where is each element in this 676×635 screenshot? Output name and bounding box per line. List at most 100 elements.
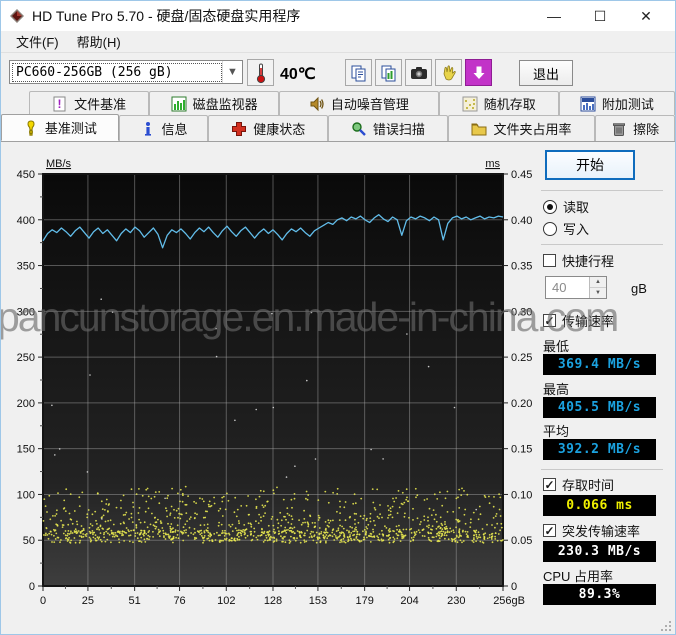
- svg-text:153: 153: [309, 595, 327, 607]
- svg-text:100: 100: [17, 489, 35, 501]
- min-label: 最低: [543, 339, 570, 354]
- svg-text:0.10: 0.10: [511, 489, 532, 501]
- tab-error-scan[interactable]: 错误扫描: [328, 115, 448, 141]
- trash-icon: [613, 122, 626, 136]
- resize-grip[interactable]: [660, 619, 673, 632]
- tab-health[interactable]: 健康状态: [208, 115, 329, 141]
- tab-strip: ! 文件基准 磁盘监视器 自动噪音管理 随机存取 附加测试 基准测试 信息 健康…: [1, 91, 675, 141]
- divider: [541, 469, 663, 470]
- svg-text:76: 76: [173, 595, 185, 607]
- access-time-checkbox[interactable]: ✓ 存取时间: [543, 476, 614, 493]
- menu-bar: 文件(F) 帮助(H): [1, 31, 675, 53]
- svg-text:250: 250: [17, 352, 35, 364]
- tab-label: 文件夹占用率: [493, 122, 572, 137]
- tab-erase[interactable]: 擦除: [595, 115, 675, 141]
- svg-text:ms: ms: [485, 158, 500, 170]
- down-arrow-icon: [473, 66, 484, 79]
- svg-text:150: 150: [17, 444, 35, 456]
- transfer-rate-checkbox[interactable]: ✓ 传输速率: [543, 312, 614, 329]
- stepper-down-icon[interactable]: ▼: [590, 288, 606, 298]
- tab-label: 基准测试: [44, 121, 97, 136]
- svg-text:179: 179: [355, 595, 373, 607]
- drive-selector-value: PC660-256GB (256 gB): [12, 62, 222, 82]
- random-access-icon: [462, 96, 478, 111]
- svg-text:0.05: 0.05: [511, 535, 532, 547]
- svg-text:0.35: 0.35: [511, 261, 532, 273]
- svg-text:0: 0: [511, 581, 517, 593]
- copy-image-button[interactable]: [375, 59, 402, 86]
- tab-auto-acoustic[interactable]: 自动噪音管理: [279, 91, 439, 115]
- stepper-up-icon[interactable]: ▲: [590, 277, 606, 288]
- tab-benchmark[interactable]: 基准测试: [1, 114, 119, 141]
- tab-disk-monitor[interactable]: 磁盘监视器: [149, 91, 280, 115]
- checkbox-unchecked-icon[interactable]: [543, 254, 556, 267]
- checkbox-checked-icon[interactable]: ✓: [543, 314, 556, 327]
- svg-text:256gB: 256gB: [493, 595, 525, 607]
- tab-label: 错误扫描: [372, 122, 425, 137]
- svg-text:0.25: 0.25: [511, 352, 532, 364]
- tab-folder-usage[interactable]: 文件夹占用率: [447, 115, 596, 141]
- tab-label: 健康状态: [253, 122, 306, 137]
- copy-text-icon: [351, 65, 365, 81]
- health-cross-icon: [232, 121, 247, 136]
- svg-text:0.20: 0.20: [511, 398, 532, 410]
- svg-text:25: 25: [82, 595, 94, 607]
- tab-random-access[interactable]: 随机存取: [438, 91, 559, 115]
- min-value: 369.4 MB/s: [543, 354, 656, 375]
- read-radio[interactable]: 读取: [543, 198, 589, 215]
- hand-button[interactable]: [435, 59, 462, 86]
- short-stroke-size-stepper[interactable]: 40 ▲ ▼: [545, 276, 607, 299]
- toolbar: PC660-256GB (256 gB) ▼ 40℃ 退出: [1, 53, 675, 91]
- burst-rate-checkbox[interactable]: ✓ 突发传输速率: [543, 522, 640, 539]
- copy-text-button[interactable]: [345, 59, 372, 86]
- tab-label: 文件基准: [74, 97, 127, 112]
- start-button[interactable]: 开始: [545, 150, 635, 180]
- tab-extra-tests[interactable]: 附加测试: [558, 91, 675, 115]
- copy-image-icon: [381, 65, 395, 81]
- download-button[interactable]: [465, 59, 492, 86]
- exit-button[interactable]: 退出: [519, 60, 573, 86]
- camera-icon: [410, 66, 427, 79]
- svg-text:230: 230: [447, 595, 465, 607]
- hd-tune-window: HD Tune Pro 5.70 - 硬盘/固态硬盘实用程序 — ☐ ✕ 文件(…: [0, 0, 676, 635]
- temperature-value: 40℃: [280, 66, 316, 83]
- tab-label: 信息: [161, 122, 188, 137]
- svg-text:50: 50: [23, 535, 35, 547]
- radio-unselected-icon[interactable]: [543, 221, 557, 236]
- file-benchmark-icon: !: [53, 96, 66, 111]
- radio-selected-icon[interactable]: [543, 199, 557, 214]
- tab-label: 附加测试: [601, 97, 654, 112]
- menu-file[interactable]: 文件(F): [7, 30, 68, 53]
- app-logo-icon: [10, 9, 24, 23]
- short-stroke-label: 快捷行程: [562, 254, 615, 269]
- svg-text:102: 102: [217, 595, 235, 607]
- divider: [541, 190, 663, 191]
- tab-file-benchmark[interactable]: ! 文件基准: [29, 91, 150, 115]
- maximize-button[interactable]: ☐: [577, 1, 623, 31]
- close-button[interactable]: ✕: [623, 1, 669, 31]
- tab-label: 随机存取: [483, 97, 536, 112]
- window-title: HD Tune Pro 5.70 - 硬盘/固态硬盘实用程序: [32, 8, 301, 24]
- screenshot-button[interactable]: [405, 59, 432, 86]
- svg-text:51: 51: [129, 595, 141, 607]
- short-stroke-size-value: 40: [552, 280, 567, 295]
- drive-selector[interactable]: PC660-256GB (256 gB) ▼: [9, 60, 243, 84]
- write-radio[interactable]: 写入: [543, 220, 589, 237]
- tab-label: 磁盘监视器: [192, 97, 258, 112]
- access-time-value: 0.066 ms: [543, 495, 656, 516]
- svg-text:128: 128: [264, 595, 282, 607]
- magnifier-icon: [352, 121, 366, 136]
- hand-icon: [443, 64, 456, 80]
- svg-text:400: 400: [17, 215, 35, 227]
- benchmark-pane: 0 50 100 150 200 250 300 350 400 450 0 0.05 0.10 0.15…: [1, 141, 675, 634]
- benchmark-icon: [27, 119, 35, 136]
- checkbox-checked-icon[interactable]: ✓: [543, 524, 556, 537]
- chevron-down-icon[interactable]: ▼: [222, 61, 242, 83]
- minimize-button[interactable]: —: [531, 1, 577, 31]
- checkbox-checked-icon[interactable]: ✓: [543, 478, 556, 491]
- svg-text:0.45: 0.45: [511, 169, 532, 181]
- temperature-button[interactable]: [247, 59, 274, 86]
- short-stroke-checkbox[interactable]: 快捷行程: [543, 252, 614, 269]
- tab-info[interactable]: 信息: [118, 115, 209, 141]
- menu-help[interactable]: 帮助(H): [68, 30, 130, 53]
